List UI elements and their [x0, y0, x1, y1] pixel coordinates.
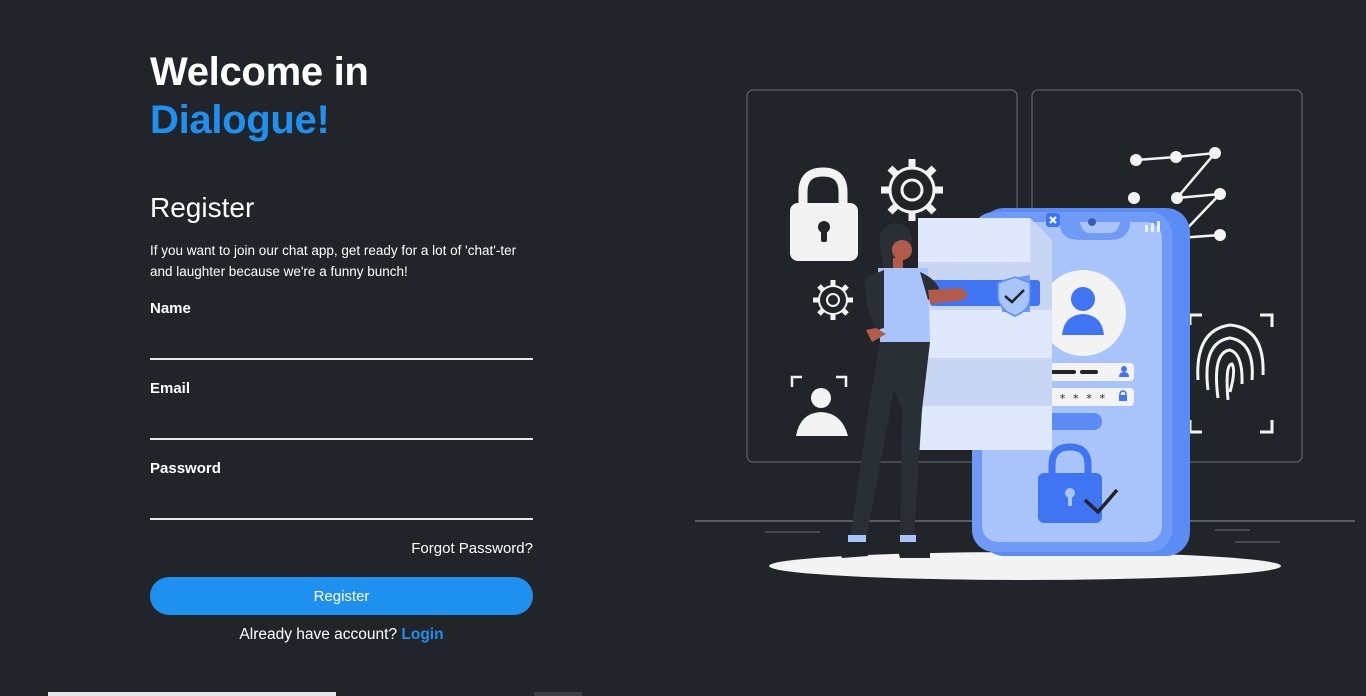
login-prompt-text: Already have account? — [239, 626, 398, 643]
phone-button-illustration — [1046, 413, 1102, 430]
small-gear-icon — [813, 280, 853, 320]
floating-login-card — [918, 213, 1060, 450]
intro-text: If you want to join our chat app, get re… — [150, 243, 517, 279]
horizontal-scrollbar[interactable] — [48, 692, 336, 696]
login-prompt: Already have account? Login — [150, 626, 533, 644]
email-field[interactable] — [150, 412, 533, 440]
security-illustration: * * * * * — [695, 89, 1355, 580]
scrollbar-track-segment — [534, 692, 582, 696]
password-field-illustration: * * * * * — [1042, 388, 1134, 406]
password-field[interactable] — [150, 492, 533, 520]
password-mask-text: * * * * * — [1046, 392, 1106, 405]
login-link[interactable]: Login — [401, 626, 443, 643]
email-label: Email — [150, 380, 191, 397]
gear-icon — [881, 159, 943, 221]
name-field[interactable] — [150, 332, 533, 360]
avatar — [1040, 270, 1126, 356]
face-scan-icon — [790, 375, 848, 436]
form-heading: Register — [150, 192, 255, 223]
fingerprint-icon — [1188, 313, 1274, 434]
brand-name: Dialogue! — [150, 98, 330, 142]
app-root: Welcome in Dialogue! Register If you wan… — [0, 0, 1366, 696]
name-label: Name — [150, 300, 191, 317]
username-field-illustration — [1042, 363, 1134, 381]
page-title: Welcome in — [150, 50, 369, 94]
register-button[interactable]: Register — [150, 577, 533, 615]
forgot-password-link[interactable]: Forgot Password? — [411, 540, 533, 557]
padlock-icon — [790, 167, 858, 261]
password-label: Password — [150, 460, 221, 477]
